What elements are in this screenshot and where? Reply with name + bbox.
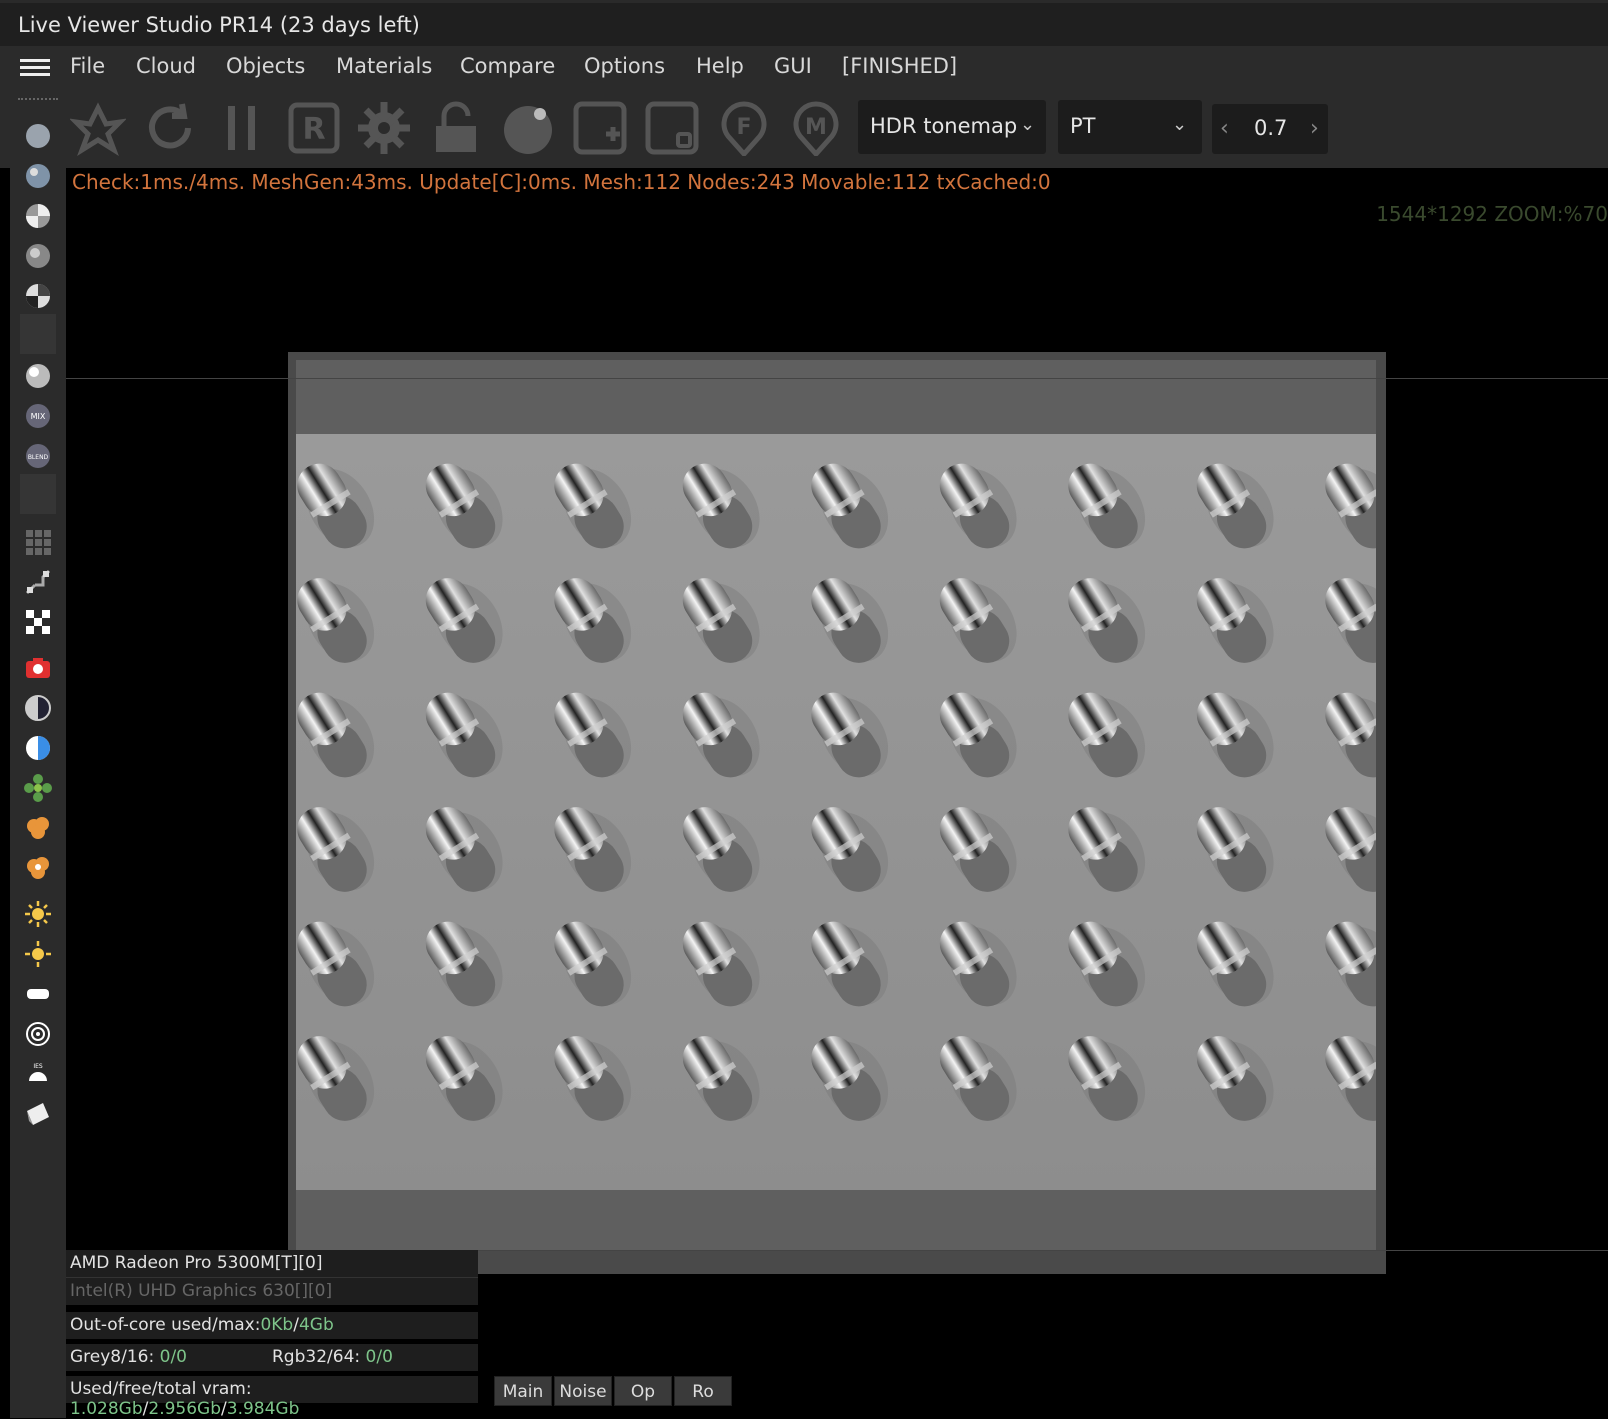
volume-icon[interactable] bbox=[18, 808, 58, 848]
render-region-icon[interactable] bbox=[644, 100, 700, 156]
settings-gear-icon[interactable] bbox=[356, 100, 412, 156]
tab-main[interactable]: Main bbox=[494, 1376, 552, 1406]
menu-objects[interactable]: Objects bbox=[226, 54, 305, 78]
drag-grip-icon[interactable] bbox=[18, 98, 58, 106]
pause-icon[interactable] bbox=[214, 100, 270, 156]
emission-light-icon[interactable] bbox=[18, 1094, 58, 1134]
reset-icon[interactable] bbox=[142, 100, 198, 156]
recenter-icon[interactable] bbox=[70, 100, 126, 156]
chevron-down-icon: ⌄ bbox=[1172, 114, 1188, 135]
sidebar-separator bbox=[20, 474, 56, 514]
blend-material-icon[interactable]: BLEND bbox=[18, 436, 58, 476]
capsule-render bbox=[296, 434, 1376, 1190]
svg-text:R: R bbox=[302, 112, 325, 147]
svg-text:IES: IES bbox=[33, 1063, 43, 1070]
glossy-material-icon[interactable] bbox=[18, 156, 58, 196]
imager-icon[interactable] bbox=[18, 728, 58, 768]
daylight-icon[interactable] bbox=[18, 934, 58, 974]
menu-gui[interactable]: GUI bbox=[774, 54, 812, 78]
sun-light-icon[interactable] bbox=[18, 894, 58, 934]
gradient-texture-icon[interactable] bbox=[18, 562, 58, 602]
menu-file[interactable]: File bbox=[70, 54, 105, 78]
svg-text:BLEND: BLEND bbox=[28, 454, 49, 461]
rendered-image[interactable] bbox=[296, 434, 1376, 1190]
lock-icon[interactable] bbox=[428, 100, 484, 156]
out-of-core-info: Out-of-core used/max:0Kb/4Gb bbox=[66, 1312, 478, 1339]
material-pick-icon[interactable]: M bbox=[788, 100, 844, 156]
menu-materials[interactable]: Materials bbox=[336, 54, 432, 78]
area-light-icon[interactable] bbox=[18, 974, 58, 1014]
menu-options[interactable]: Options bbox=[584, 54, 665, 78]
checker-texture-icon[interactable] bbox=[18, 602, 58, 642]
specular-material-icon[interactable] bbox=[18, 196, 58, 236]
tab-ro[interactable]: Ro bbox=[674, 1376, 732, 1406]
camera-icon[interactable] bbox=[18, 648, 58, 688]
focus-pick-icon[interactable]: F bbox=[716, 100, 772, 156]
window-title: Live Viewer Studio PR14 (23 days left) bbox=[18, 13, 420, 37]
film-region-bottom bbox=[296, 1190, 1376, 1250]
material-picker-icon[interactable] bbox=[500, 100, 556, 156]
menu-bar: File Cloud Objects Materials Compare Opt… bbox=[0, 46, 1608, 90]
film-region-top bbox=[296, 360, 1376, 434]
region-icon[interactable]: R bbox=[286, 100, 342, 156]
kernel-select[interactable]: PT ⌄ bbox=[1058, 100, 1202, 154]
gpu-device-2[interactable]: Intel(R) UHD Graphics 630[][0] bbox=[66, 1278, 478, 1305]
toon-material-icon[interactable] bbox=[18, 276, 58, 316]
gpu-device-1[interactable]: AMD Radeon Pro 5300M[T][0] bbox=[66, 1250, 478, 1278]
spot-light-icon[interactable] bbox=[18, 1014, 58, 1054]
tab-op[interactable]: Op bbox=[614, 1376, 672, 1406]
vram-info: Used/free/total vram: 1.028Gb/2.956Gb/3.… bbox=[66, 1376, 478, 1419]
svg-text:F: F bbox=[736, 115, 751, 140]
hamburger-menu-icon[interactable] bbox=[20, 56, 50, 80]
contrast-icon[interactable] bbox=[18, 688, 58, 728]
chevron-down-icon: ⌄ bbox=[1020, 114, 1036, 135]
grid-texture-icon[interactable] bbox=[18, 522, 58, 562]
decrement-icon[interactable]: ‹ bbox=[1220, 116, 1229, 141]
scatter-icon[interactable] bbox=[18, 768, 58, 808]
menu-cloud[interactable]: Cloud bbox=[136, 54, 196, 78]
add-icon[interactable] bbox=[572, 100, 628, 156]
mix-material-icon[interactable]: MIX bbox=[18, 396, 58, 436]
exposure-stepper[interactable]: ‹ 0.7 › bbox=[1212, 104, 1328, 154]
svg-text:M: M bbox=[805, 115, 827, 140]
ies-light-icon[interactable]: IES bbox=[18, 1054, 58, 1094]
menu-help[interactable]: Help bbox=[696, 54, 744, 78]
svg-text:MIX: MIX bbox=[31, 412, 46, 421]
exposure-value[interactable]: 0.7 bbox=[1254, 116, 1287, 140]
increment-icon[interactable]: › bbox=[1310, 116, 1319, 141]
tab-noise[interactable]: Noise bbox=[554, 1376, 612, 1406]
tonemap-select[interactable]: HDR tonemap ⌄ bbox=[858, 100, 1046, 154]
node-sidebar: MIX BLEND IES bbox=[10, 90, 66, 1418]
diffuse-material-icon[interactable] bbox=[18, 116, 58, 156]
sidebar-separator bbox=[20, 314, 56, 354]
toolbar: R F M HDR tonemap ⌄ PT ⌄ bbox=[0, 90, 1608, 168]
title-bar: Live Viewer Studio PR14 (23 days left) bbox=[0, 0, 1608, 46]
menu-compare[interactable]: Compare bbox=[460, 54, 555, 78]
metallic-material-icon[interactable] bbox=[18, 236, 58, 276]
render-stats: Check:1ms./4ms. MeshGen:43ms. Update[C]:… bbox=[72, 170, 1051, 194]
vdb-volume-icon[interactable] bbox=[18, 848, 58, 888]
universal-material-icon[interactable] bbox=[18, 356, 58, 396]
render-status: [FINISHED] bbox=[842, 54, 958, 78]
resolution-zoom-readout: 1544*1292 ZOOM:%70 bbox=[1376, 202, 1608, 226]
texture-count-info: Grey8/16: 0/0 Rgb32/64: 0/0 bbox=[66, 1344, 478, 1371]
guide-line-top bbox=[66, 378, 1608, 379]
